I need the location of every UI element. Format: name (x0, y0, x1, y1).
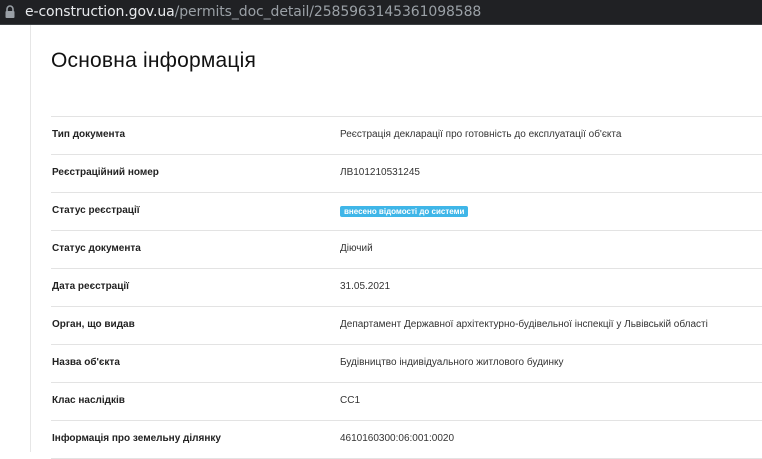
info-row-issuing-authority: Орган, що видав Департамент Державної ар… (51, 307, 762, 345)
row-value: 31.05.2021 (340, 281, 391, 292)
row-value: Діючий (340, 243, 373, 254)
info-row-object-name: Назва об'єкта Будівництво індивідуальног… (51, 345, 762, 383)
address-bar[interactable]: e-construction.gov.ua/permits_doc_detail… (0, 0, 762, 24)
row-label: Клас наслідків (52, 395, 125, 406)
url-domain: e-construction.gov.ua (25, 4, 175, 20)
info-row-consequence-class: Клас наслідків СС1 (51, 383, 762, 421)
row-label: Тип документа (52, 129, 126, 140)
row-label: Дата реєстрації (52, 281, 129, 292)
row-value: ЛВ101210531245 (340, 167, 420, 178)
row-label: Статус документа (52, 243, 141, 254)
url-path: /permits_doc_detail/2585963145361098588 (174, 4, 482, 20)
row-label: Орган, що видав (52, 319, 135, 330)
row-label: Статус реєстрації (52, 205, 140, 216)
section-title: Основна інформація (51, 49, 257, 72)
row-value: СС1 (340, 395, 361, 406)
row-label: Назва об'єкта (52, 357, 120, 368)
status-badge: внесено відомості до системи (340, 206, 469, 217)
row-value: Реєстрація декларації про готовність до … (340, 129, 622, 140)
info-row-registration-status: Статус реєстрації внесено відомості до с… (51, 193, 762, 231)
info-table: Тип документа Реєстрація декларації про … (51, 116, 762, 459)
row-label: Інформація про земельну ділянку (52, 433, 221, 444)
row-value: Департамент Державної архітектурно-будів… (340, 319, 708, 330)
lock-icon[interactable] (4, 5, 16, 19)
row-label: Реєстраційний номер (52, 167, 159, 178)
main-info-panel: Основна інформація Тип документа Реєстра… (30, 25, 762, 459)
info-row-registration-number: Реєстраційний номер ЛВ101210531245 (51, 155, 762, 193)
row-value: Будівництво індивідуального житлового бу… (340, 357, 564, 368)
row-value: 4610160300:06:001:0020 (340, 433, 455, 444)
info-row-document-status: Статус документа Діючий (51, 231, 762, 269)
info-row-document-type: Тип документа Реєстрація декларації про … (51, 117, 762, 155)
info-row-registration-date: Дата реєстрації 31.05.2021 (51, 269, 762, 307)
url-text[interactable]: e-construction.gov.ua/permits_doc_detail… (25, 4, 481, 20)
info-row-land-plot: Інформація про земельну ділянку 46101603… (51, 421, 762, 459)
